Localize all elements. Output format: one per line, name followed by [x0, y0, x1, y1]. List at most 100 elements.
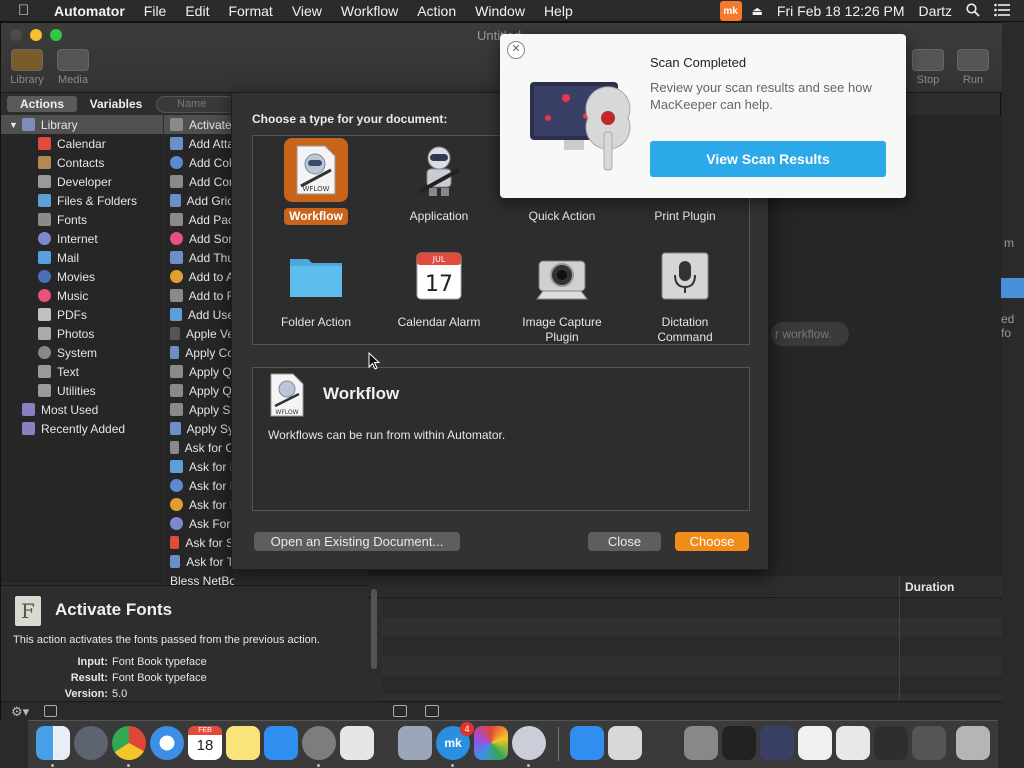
menu-file[interactable]: File	[144, 3, 167, 19]
action-item[interactable]: Add Pac	[164, 210, 234, 229]
minimized-window-thumbnail[interactable]	[912, 726, 946, 760]
gear-icon[interactable]: ⚙▾	[11, 704, 29, 720]
window-zoom-button[interactable]	[50, 29, 62, 41]
tab-actions[interactable]: Actions	[7, 96, 77, 112]
action-item[interactable]: Add Grid	[164, 191, 234, 210]
action-item[interactable]: Add Atta	[164, 134, 234, 153]
roblox-dock-icon[interactable]	[340, 726, 374, 760]
minimized-window-thumbnail[interactable]	[646, 726, 680, 760]
eject-icon[interactable]: ⏏	[752, 4, 763, 18]
action-item[interactable]: Add Cor	[164, 172, 234, 191]
disclosure-triangle-icon[interactable]: ▼	[9, 120, 18, 130]
finder-dock-icon[interactable]	[36, 726, 70, 760]
view-scan-results-button[interactable]: View Scan Results	[650, 141, 886, 177]
action-item[interactable]: Ask for I	[164, 476, 234, 495]
menu-edit[interactable]: Edit	[185, 3, 209, 19]
open-existing-document-button[interactable]: Open an Existing Document...	[254, 532, 460, 551]
mackeeper-notification[interactable]: ✕ Scan Completed Review your scan result…	[500, 34, 906, 198]
library-toolbar-button[interactable]: Library	[9, 49, 45, 86]
apple-menu-icon[interactable]: 	[18, 2, 40, 19]
run-toolbar-button[interactable]: Run	[955, 49, 991, 86]
action-item[interactable]: Ask For	[164, 514, 234, 533]
mackeeper-status-icon[interactable]: mk	[719, 1, 742, 21]
tab-variables[interactable]: Variables	[83, 96, 149, 112]
app-store-download-dock-icon[interactable]	[570, 726, 604, 760]
menu-clock[interactable]: Fri Feb 18 12:26 PM	[777, 3, 905, 19]
type-dictation-command[interactable]: Dictation Command	[630, 244, 740, 346]
action-item[interactable]: Apply Co	[164, 343, 234, 362]
mackeeper-dock-icon[interactable]: mk 4	[436, 722, 474, 760]
library-item-calendar[interactable]: Calendar	[1, 134, 163, 153]
library-item-photos[interactable]: Photos	[1, 324, 163, 343]
spotlight-search-icon[interactable]	[966, 2, 980, 20]
window-minimize-button[interactable]	[30, 29, 42, 41]
media-toolbar-button[interactable]: Media	[55, 49, 91, 86]
menu-action[interactable]: Action	[417, 3, 456, 19]
library-item-developer[interactable]: Developer	[1, 172, 163, 191]
color-picker-dock-icon[interactable]	[474, 726, 508, 760]
library-item-fonts[interactable]: Fonts	[1, 210, 163, 229]
show-description-toggle-icon[interactable]	[44, 705, 57, 717]
action-item[interactable]: Activate	[164, 115, 234, 134]
type-calendar-alarm[interactable]: JUL 17 Calendar Alarm	[384, 244, 494, 331]
action-item[interactable]: Add Sor	[164, 229, 234, 248]
action-item[interactable]: Apply Q	[164, 381, 234, 400]
type-application[interactable]: Application	[384, 138, 494, 225]
action-item[interactable]: Add to F	[164, 286, 234, 305]
type-image-capture-plugin[interactable]: Image Capture Plugin	[507, 244, 617, 346]
action-item[interactable]: Apply Q	[164, 362, 234, 381]
menu-format[interactable]: Format	[228, 3, 272, 19]
trash-dock-icon[interactable]	[956, 726, 990, 760]
minimized-window-thumbnail[interactable]	[836, 726, 870, 760]
library-item-files-folders[interactable]: Files & Folders	[1, 191, 163, 210]
library-item-movies[interactable]: Movies	[1, 267, 163, 286]
close-button[interactable]: Close	[588, 532, 661, 551]
type-workflow[interactable]: WFLOW Workflow	[261, 138, 371, 225]
library-item-contacts[interactable]: Contacts	[1, 153, 163, 172]
type-folder-action[interactable]: Folder Action	[261, 244, 371, 331]
menu-user[interactable]: Dartz	[919, 3, 952, 19]
column-view-icon[interactable]	[425, 705, 439, 717]
action-item[interactable]: Ask for I	[164, 457, 234, 476]
action-item[interactable]: Ask for I	[164, 495, 234, 514]
action-item[interactable]: Add Col	[164, 153, 234, 172]
automator-dock-icon[interactable]	[512, 726, 546, 760]
action-item[interactable]: Apply St	[164, 400, 234, 419]
menu-help[interactable]: Help	[544, 3, 573, 19]
menu-app-name[interactable]: Automator	[54, 3, 125, 19]
description-scrollbar[interactable]	[371, 589, 377, 669]
menu-workflow[interactable]: Workflow	[341, 3, 398, 19]
action-item[interactable]: Ask for C	[164, 438, 234, 457]
library-item-system[interactable]: System	[1, 343, 163, 362]
action-item[interactable]: Ask for S	[164, 533, 234, 552]
duration-column-header[interactable]: Duration	[905, 580, 954, 594]
calendar-dock-icon[interactable]: FEB 18	[188, 726, 222, 760]
action-item[interactable]: Apple Ve	[164, 324, 234, 343]
minimized-window-thumbnail[interactable]	[760, 726, 794, 760]
library-root[interactable]: ▼ Library	[1, 115, 163, 134]
action-item[interactable]: Apply Sy	[164, 419, 234, 438]
system-preferences-dock-icon[interactable]	[302, 726, 336, 760]
list-view-icon[interactable]	[393, 705, 407, 717]
minimized-window-thumbnail[interactable]	[798, 726, 832, 760]
library-item-pdfs[interactable]: PDFs	[1, 305, 163, 324]
library-recently-added[interactable]: Recently Added	[1, 419, 163, 438]
action-item[interactable]: Add to A	[164, 267, 234, 286]
app-store-dock-icon[interactable]	[264, 726, 298, 760]
library-item-internet[interactable]: Internet	[1, 229, 163, 248]
library-item-mail[interactable]: Mail	[1, 248, 163, 267]
minimized-window-thumbnail[interactable]	[608, 726, 642, 760]
launchpad-dock-icon[interactable]	[74, 726, 108, 760]
window-close-button[interactable]	[10, 29, 22, 41]
library-item-text[interactable]: Text	[1, 362, 163, 381]
notes-dock-icon[interactable]	[226, 726, 260, 760]
library-item-music[interactable]: Music	[1, 286, 163, 305]
action-search-input[interactable]: Name	[156, 96, 236, 113]
menu-window[interactable]: Window	[475, 3, 525, 19]
safari-dock-icon[interactable]	[150, 726, 184, 760]
stop-toolbar-button[interactable]: Stop	[910, 49, 946, 86]
preview-dock-icon[interactable]	[398, 726, 432, 760]
notification-center-icon[interactable]	[994, 3, 1010, 20]
action-item[interactable]: Add Use	[164, 305, 234, 324]
minimized-window-thumbnail[interactable]	[874, 726, 908, 760]
